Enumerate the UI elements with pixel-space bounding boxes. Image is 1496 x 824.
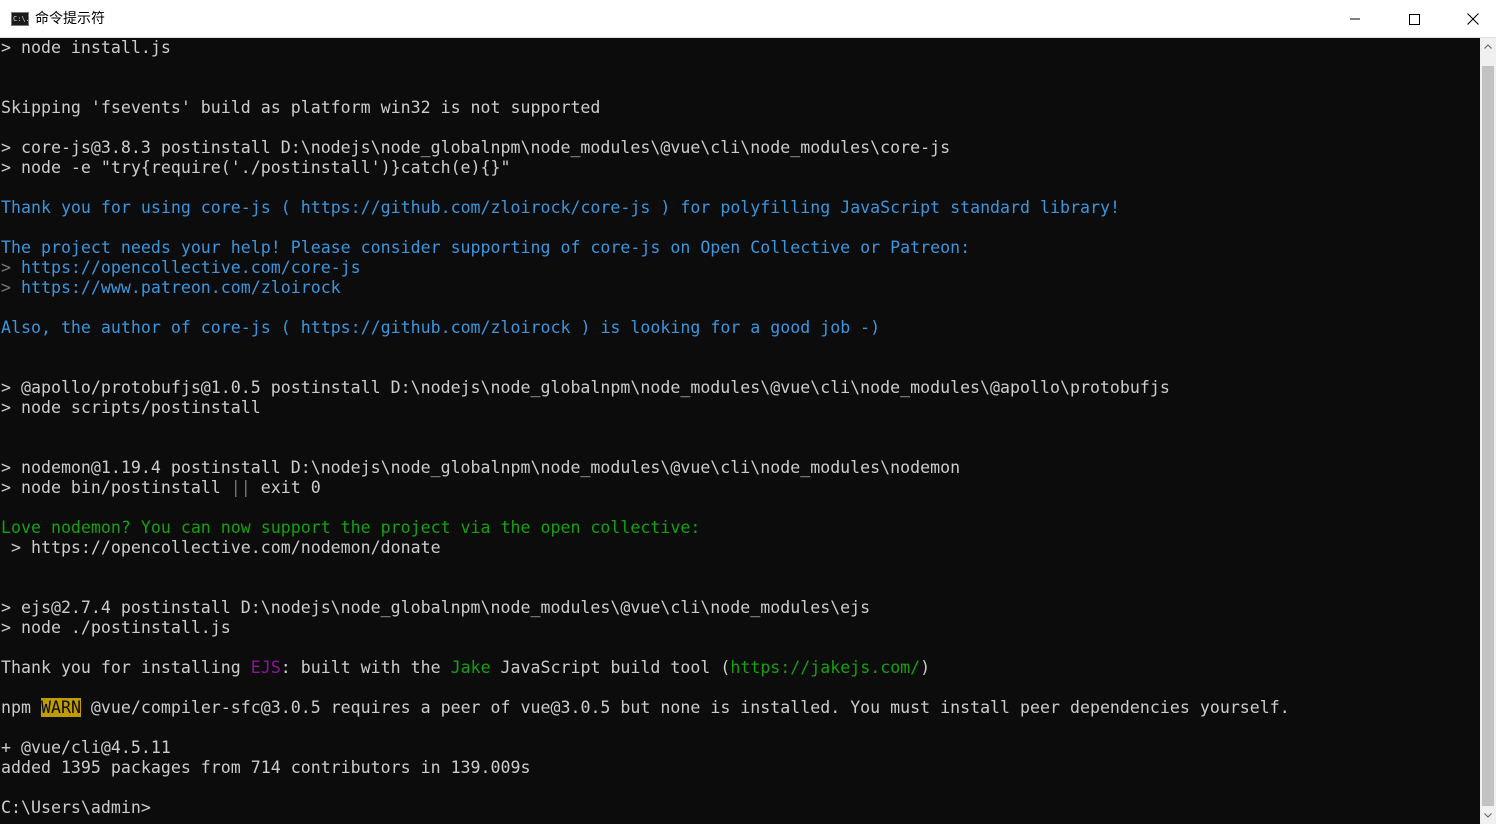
maximize-button[interactable] (1385, 0, 1443, 38)
title-bar[interactable]: C:\. 命令提示符 (0, 0, 1496, 38)
scroll-down-button[interactable] (1480, 807, 1496, 824)
console-line: Thank you for using core-js ( https://gi… (1, 198, 1120, 218)
console-line: Thank you for installing EJS: built with… (1, 658, 930, 678)
patreon-link[interactable]: https://www.patreon.com/zloirock (21, 278, 341, 297)
window-title: 命令提示符 (35, 11, 105, 27)
jakejs-link[interactable]: https://jakejs.com/ (730, 658, 920, 677)
console-line: > node -e "try{require('./postinstall')}… (1, 158, 511, 177)
opencollective-core-js-link[interactable]: https://opencollective.com/core-js (21, 258, 361, 277)
console-text: Also, the author of core-js ( (1, 318, 301, 337)
nodemon-donate-link[interactable]: > https://opencollective.com/nodemon/don… (1, 538, 441, 558)
minimize-icon (1350, 18, 1360, 20)
core-js-repo-link[interactable]: https://github.com/zloirock/core-js (301, 198, 651, 217)
scrollbar-thumb[interactable] (1482, 66, 1494, 806)
console-line: added 1395 packages from 714 contributor… (1, 758, 531, 777)
scroll-up-button[interactable] (1480, 38, 1496, 55)
console-line: > ejs@2.7.4 postinstall D:\nodejs\node_g… (1, 598, 871, 617)
console-text: > (1, 258, 21, 277)
console-line: npm WARN @vue/compiler-sfc@3.0.5 require… (1, 698, 1290, 718)
chevron-down-icon (1484, 813, 1492, 818)
command-prompt[interactable]: C:\Users\admin> (1, 798, 151, 818)
console-line: > nodemon@1.19.4 postinstall D:\nodejs\n… (1, 458, 961, 477)
close-button[interactable] (1444, 0, 1496, 38)
console-line: > node ./postinstall.js (1, 618, 231, 637)
console-line: > https://opencollective.com/core-js (1, 258, 361, 278)
console-line: The project needs your help! Please cons… (1, 238, 971, 257)
console-text: > (1, 278, 21, 297)
close-icon (1467, 13, 1479, 25)
console-text: EJS (250, 658, 281, 677)
console-line: Also, the author of core-js ( https://gi… (1, 318, 880, 338)
console-line: > node bin/postinstall || exit 0 (1, 478, 321, 498)
console-text: : built with the (280, 658, 451, 677)
console-line: > node install.js (1, 38, 171, 57)
console-text: Jake (450, 658, 491, 677)
console-output[interactable]: > node install.js Skipping 'fsevents' bu… (0, 38, 1480, 824)
console-text: ) is looking for a good job -) (570, 318, 881, 337)
command-prompt-window: C:\. 命令提示符 > node install.js Skipping 'f… (0, 0, 1496, 824)
console-line: + @vue/cli@4.5.11 (1, 738, 171, 757)
console-text: JavaScript build tool ( (490, 658, 731, 677)
console-line: > https://www.patreon.com/zloirock (1, 278, 341, 298)
zloirock-github-link[interactable]: https://github.com/zloirock (301, 318, 571, 337)
console-text: ) (920, 658, 931, 677)
console-text: Thank you for using core-js ( (1, 198, 301, 217)
console-text: Thank you for installing (1, 658, 251, 677)
console-text: @vue/compiler-sfc@3.0.5 requires a peer … (80, 698, 1290, 717)
chevron-up-icon (1484, 44, 1492, 49)
cmd-app-icon[interactable]: C:\. (11, 12, 29, 26)
console-line: Skipping 'fsevents' build as platform wi… (1, 98, 601, 117)
minimize-button[interactable] (1326, 0, 1384, 38)
console-line: > node scripts/postinstall (1, 398, 261, 417)
console-text: npm (1, 698, 41, 717)
maximize-icon (1408, 13, 1420, 25)
console-line: Love nodemon? You can now support the pr… (1, 518, 701, 537)
warn-badge: WARN (40, 698, 81, 717)
console-line: > core-js@3.8.3 postinstall D:\nodejs\no… (1, 138, 951, 157)
console-text: || (230, 478, 251, 497)
console-text: > node bin/postinstall (1, 478, 231, 497)
console-line: > @apollo/protobufjs@1.0.5 postinstall D… (1, 378, 1170, 397)
console-text: ) for polyfilling JavaScript standard li… (650, 198, 1120, 217)
vertical-scrollbar[interactable] (1480, 38, 1496, 824)
console-text: exit 0 (250, 478, 321, 497)
